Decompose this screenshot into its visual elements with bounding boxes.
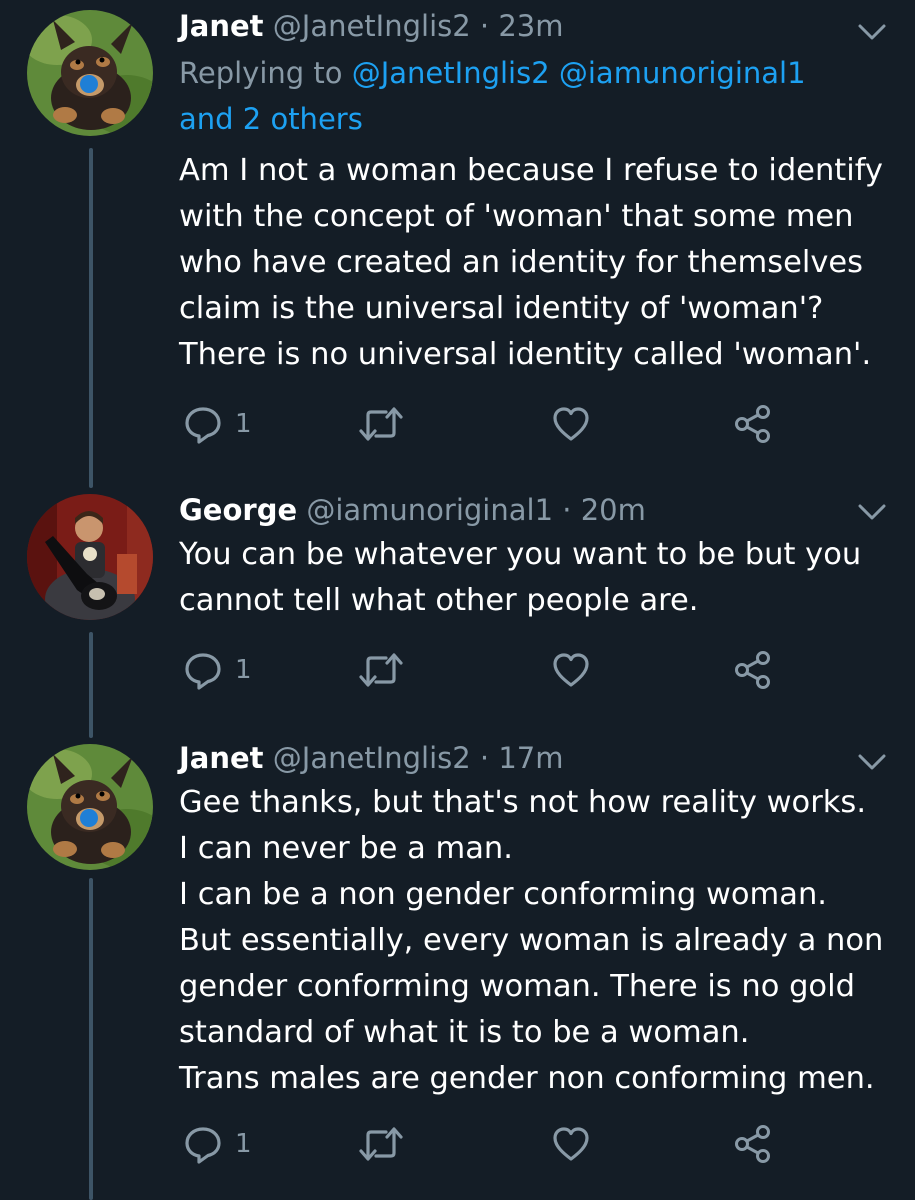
reply-button[interactable]: 1	[183, 402, 252, 446]
like-icon	[551, 1124, 591, 1164]
reply-icon	[183, 650, 223, 690]
share-button[interactable]	[732, 402, 776, 446]
tweet[interactable]: Janet @JanetInglis2 · 17m Gee thanks, bu…	[0, 732, 915, 1200]
reply-count: 1	[235, 655, 252, 685]
share-button[interactable]	[732, 1122, 776, 1166]
reply-icon	[183, 404, 223, 444]
user-handle[interactable]: @iamunoriginal1	[306, 493, 553, 527]
timestamp[interactable]: 23m	[498, 9, 563, 43]
separator: ·	[479, 9, 490, 43]
replying-prefix: Replying to	[179, 56, 343, 90]
replying-others[interactable]: and 2 others	[179, 102, 363, 136]
action-bar: 1	[179, 648, 819, 692]
like-icon	[551, 404, 591, 444]
like-button[interactable]	[551, 1122, 591, 1166]
replying-to: Replying to @JanetInglis2 @iamunoriginal…	[179, 50, 885, 142]
like-button[interactable]	[551, 648, 591, 692]
avatar[interactable]	[27, 10, 153, 136]
dog-avatar-icon	[27, 744, 153, 870]
retweet-button[interactable]	[359, 648, 403, 692]
separator: ·	[562, 493, 572, 527]
tweet-text: You can be whatever you want to be but y…	[179, 537, 862, 618]
tweet-header: Janet @JanetInglis2 · 23m	[179, 6, 885, 46]
retweet-icon	[359, 404, 403, 444]
chevron-down-icon[interactable]	[857, 752, 887, 772]
retweet-button[interactable]	[359, 1122, 403, 1166]
avatar[interactable]	[27, 494, 153, 620]
retweet-icon	[359, 1124, 403, 1164]
reply-button[interactable]: 1	[183, 1122, 252, 1166]
share-icon	[732, 404, 776, 444]
avatar[interactable]	[27, 744, 153, 870]
like-icon	[551, 650, 591, 690]
retweet-button[interactable]	[359, 402, 403, 446]
user-handle[interactable]: @JanetInglis2	[273, 741, 471, 775]
share-icon	[732, 1124, 776, 1164]
dog-avatar-icon	[27, 10, 153, 136]
tweet-header: George @iamunoriginal1 · 20m	[179, 490, 885, 530]
guitarist-avatar-icon	[27, 494, 153, 620]
action-bar: 1	[179, 1122, 819, 1166]
display-name[interactable]: George	[179, 493, 297, 527]
tweet-text: Am I not a woman because I refuse to ide…	[179, 153, 883, 372]
timestamp[interactable]: 17m	[498, 741, 563, 775]
retweet-icon	[359, 650, 403, 690]
action-bar: 1	[179, 402, 819, 446]
tweet-header: Janet @JanetInglis2 · 17m	[179, 738, 885, 778]
timestamp[interactable]: 20m	[581, 493, 646, 527]
chevron-down-icon[interactable]	[857, 22, 887, 42]
separator: ·	[479, 741, 490, 775]
reply-button[interactable]: 1	[183, 648, 252, 692]
tweet[interactable]: George @iamunoriginal1 · 20m You can be …	[0, 480, 915, 720]
tweet[interactable]: Janet @JanetInglis2 · 23m Replying to @J…	[0, 0, 915, 470]
share-icon	[732, 650, 776, 690]
reply-count: 1	[235, 409, 252, 439]
display-name[interactable]: Janet	[179, 9, 264, 43]
share-button[interactable]	[732, 648, 776, 692]
display-name[interactable]: Janet	[179, 741, 264, 775]
tweet-text: Gee thanks, but that's not how reality w…	[179, 785, 884, 1096]
chevron-down-icon[interactable]	[857, 502, 887, 522]
replying-mentions[interactable]: @JanetInglis2 @iamunoriginal1	[352, 56, 806, 90]
reply-icon	[183, 1124, 223, 1164]
like-button[interactable]	[551, 402, 591, 446]
reply-count: 1	[235, 1129, 252, 1159]
user-handle[interactable]: @JanetInglis2	[273, 9, 471, 43]
